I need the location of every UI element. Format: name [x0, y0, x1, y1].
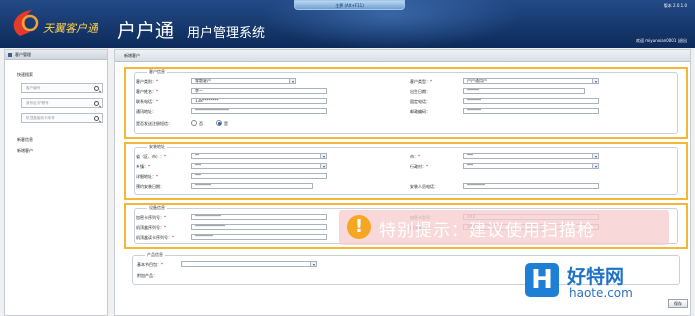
window-tab[interactable]: 主界 (Alt+F11)	[294, 0, 405, 10]
tab-new-customer[interactable]: 新增客户	[115, 50, 690, 62]
town-value: ***	[195, 163, 201, 168]
watermark-logo: H	[525, 263, 559, 297]
version-label: 版本 2.0.1.0	[663, 3, 687, 8]
brand-logo: 天翼客户通	[13, 10, 98, 36]
city-select[interactable]: ***	[463, 153, 599, 159]
welcome-text: 欢迎 miyunxian0001 |	[636, 38, 679, 43]
detail-address-field[interactable]: ***	[191, 173, 327, 179]
sidebar-header: 客户管理	[5, 50, 107, 60]
province-value: **	[195, 153, 199, 158]
town-select[interactable]: ***	[191, 163, 327, 169]
app-header: 天翼客户通 户户通 用户管理系统 主界 (Alt+F11) 版本 2.0.1.0…	[0, 0, 695, 48]
register-sms-label: 是否发送注册短信：	[136, 121, 172, 126]
sms-yes-label: 是	[224, 121, 228, 126]
village-select[interactable]: ***	[463, 163, 599, 169]
sms-yes-radio[interactable]	[216, 120, 222, 126]
customer-type-select[interactable]: 零散客户	[191, 78, 296, 84]
search-placeholder: 客户编号	[26, 86, 41, 90]
customer-id-search-input[interactable]: 客户编号	[21, 83, 103, 93]
logout-link[interactable]: 退出	[679, 38, 687, 43]
scanner-tip-toast: ! 特别提示：建议使用扫描枪	[339, 210, 669, 245]
phone-label: 联系电话：*	[136, 99, 158, 104]
search-placeholder: 身份证/护照号	[26, 101, 49, 105]
chevron-down-icon[interactable]	[320, 154, 326, 158]
search-icon[interactable]	[94, 101, 99, 106]
chevron-down-icon[interactable]	[592, 154, 598, 158]
product-legend: 产品信息	[145, 252, 165, 258]
village-label: 行政村：*	[410, 164, 428, 169]
app-subtitle: 用户管理系统	[187, 26, 266, 41]
chevron-down-icon[interactable]	[592, 164, 598, 168]
customer-name-label: 客户姓名：*	[136, 89, 158, 94]
installer-phone-field[interactable]: *********	[463, 183, 599, 189]
zip-code-field[interactable]: *******	[463, 108, 599, 114]
sidebar-item-customer-info[interactable]: 新客信息	[17, 137, 107, 143]
extra-product-label: 附加产品：	[137, 273, 157, 278]
search-icon[interactable]	[94, 116, 99, 121]
quick-search-title: 快速搜索	[17, 72, 33, 77]
customer-legend: 客户信息	[147, 69, 167, 75]
reader-serial-label: 机顶盒读卡序列号：*	[136, 235, 174, 240]
detail-address-label: 详细地址：*	[136, 174, 158, 179]
fixed-phone-label: 固定电话：	[410, 99, 430, 104]
reader-serial-field[interactable]: *********	[191, 234, 327, 240]
install-date-label: 预约安装日期：	[136, 184, 164, 189]
sms-no-label: 否	[199, 121, 203, 126]
customer-category-label: 客户类型：*	[410, 79, 432, 84]
sidebar-title: 客户管理	[15, 52, 31, 57]
exclamation-icon: !	[347, 215, 371, 239]
watermark-name: 好特网	[567, 266, 625, 288]
installer-phone-label: 安装人员电话：	[410, 184, 438, 189]
customer-category-select[interactable]: 户户通用户	[463, 78, 599, 84]
customer-type-value: 零散客户	[195, 78, 211, 83]
package-label: 基本节目包：*	[137, 262, 163, 267]
install-address-group: 安装地址 省（区、市）：* ** 乡镇：* *** 详细地址：* *** 预约安…	[124, 142, 688, 200]
install-date-value: ********	[195, 183, 211, 188]
chevron-down-icon[interactable]	[592, 79, 598, 83]
user-info: 欢迎 miyunxian0001 |退出	[636, 38, 687, 44]
package-select[interactable]	[181, 261, 317, 267]
province-label: 省（区、市）：*	[136, 154, 166, 159]
phone-field[interactable]: 138********	[191, 98, 327, 104]
birth-date-value: ******	[467, 88, 479, 93]
sms-no-radio[interactable]	[191, 120, 197, 126]
customer-type-label: 客户类别：*	[136, 79, 158, 84]
sidebar-item-new-customer[interactable]: 新增客户	[17, 148, 107, 154]
chevron-down-icon[interactable]	[310, 262, 316, 266]
install-legend: 安装地址	[147, 144, 167, 150]
brand-name: 天翼客户通	[43, 22, 98, 35]
address-field[interactable]: *****************	[191, 108, 327, 114]
toast-text: 特别提示：建议使用扫描枪	[379, 221, 595, 241]
customer-info-group: 客户信息 客户类别：* 零散客户 客户姓名：* 李一 联系电话：* 138***…	[124, 67, 688, 139]
stb-serial-field[interactable]: ***************	[191, 224, 327, 230]
card-serial-field[interactable]: *************	[191, 214, 327, 220]
sidebar: 客户管理 快速搜索 客户编号 身份证/护照号 机顶盒接收卡序号 新客信息 新增客…	[4, 49, 108, 316]
birth-date-label: 出生日期：	[410, 89, 430, 94]
stb-serial-label: 机顶盒序列号：*	[136, 225, 166, 230]
address-label: 通讯地址：	[136, 109, 156, 114]
watermark-url: haote.com	[569, 286, 633, 300]
village-value: ***	[467, 163, 473, 168]
chevron-down-icon[interactable]	[320, 164, 326, 168]
birth-date-field[interactable]: ******	[463, 88, 585, 94]
province-select[interactable]: **	[191, 153, 327, 159]
sidebar-icon	[8, 53, 12, 57]
device-legend: 设备信息	[147, 205, 167, 211]
app-title: 户户通	[117, 20, 175, 42]
fixed-phone-field[interactable]: *******	[463, 98, 599, 104]
customer-name-field[interactable]: 李一	[191, 88, 327, 94]
id-card-search-input[interactable]: 身份证/护照号	[21, 98, 103, 108]
town-label: 乡镇：*	[136, 164, 150, 169]
search-icon[interactable]	[94, 86, 99, 91]
zip-code-label: 邮政编码：	[410, 109, 430, 114]
search-placeholder: 机顶盒接收卡序号	[26, 116, 55, 120]
card-serial-search-input[interactable]: 机顶盒接收卡序号	[21, 113, 103, 123]
install-date-field[interactable]: ********	[191, 183, 313, 189]
chevron-down-icon[interactable]	[289, 79, 295, 83]
city-value: ***	[467, 153, 473, 158]
customer-category-value: 户户通用户	[467, 78, 487, 83]
city-label: 市：*	[410, 154, 420, 159]
save-button[interactable]: 保存	[668, 299, 688, 308]
card-serial-label: 加密卡序列号：*	[136, 215, 166, 220]
